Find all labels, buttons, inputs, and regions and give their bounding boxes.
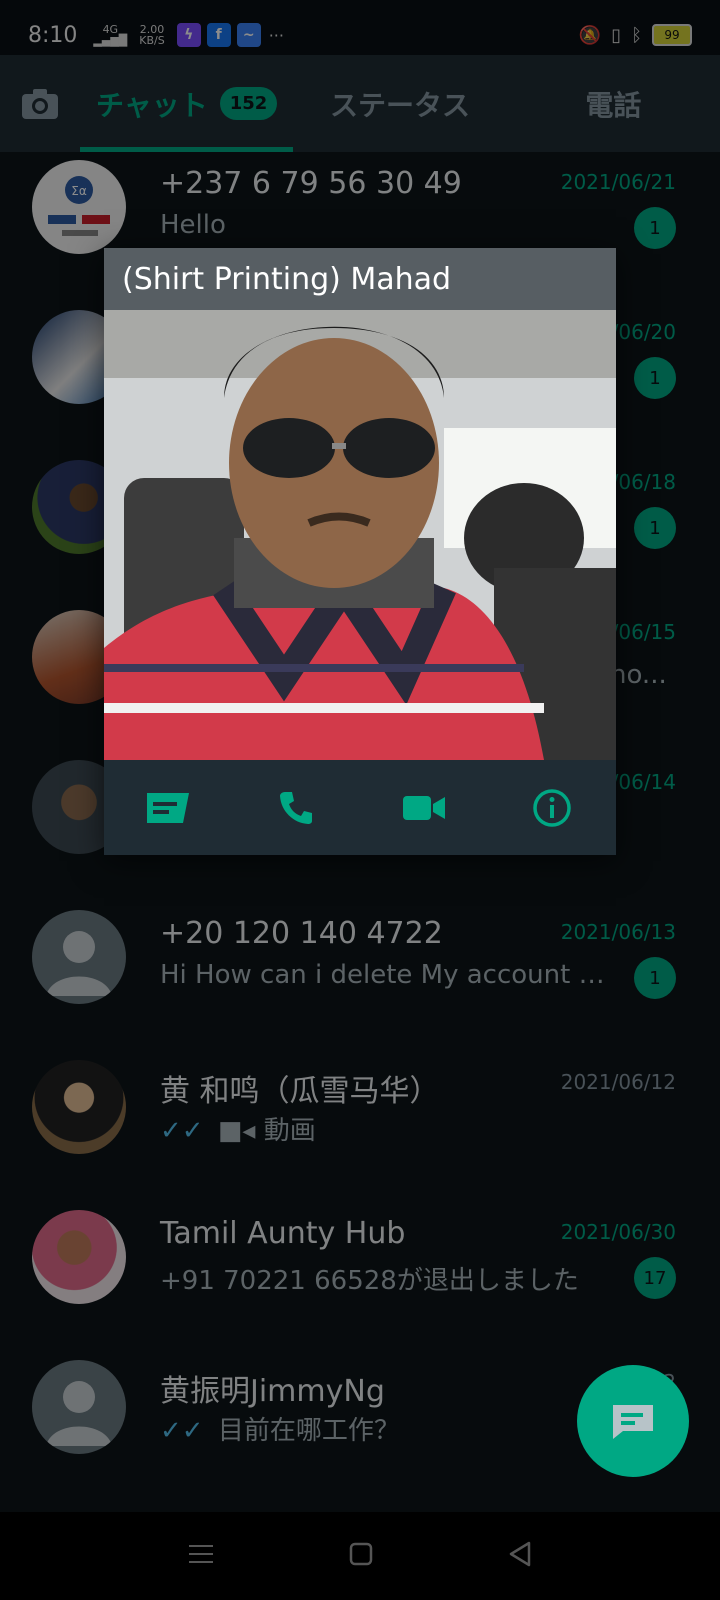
system-nav-bar <box>0 1512 720 1600</box>
home-button[interactable] <box>348 1541 374 1571</box>
home-icon <box>349 1542 373 1566</box>
back-icon <box>510 1541 531 1567</box>
video-camera-icon <box>403 795 445 820</box>
profile-photo[interactable]: (Shirt Printing) Mahad <box>104 248 616 760</box>
message-button[interactable] <box>136 776 200 840</box>
new-chat-icon <box>613 1405 653 1439</box>
video-call-button[interactable] <box>392 776 456 840</box>
info-button[interactable] <box>520 776 584 840</box>
profile-photo-image <box>104 248 616 760</box>
info-icon <box>533 788 571 827</box>
phone-icon <box>280 791 312 824</box>
message-icon <box>147 792 189 823</box>
popup-contact-name: (Shirt Printing) Mahad <box>104 248 616 310</box>
profile-popup: (Shirt Printing) Mahad <box>104 248 616 855</box>
voice-call-button[interactable] <box>264 776 328 840</box>
new-chat-button[interactable] <box>577 1365 689 1477</box>
popup-actions <box>104 760 616 855</box>
recent-apps-button[interactable] <box>187 1542 215 1570</box>
back-button[interactable] <box>507 1540 533 1572</box>
menu-icon <box>188 1545 213 1563</box>
